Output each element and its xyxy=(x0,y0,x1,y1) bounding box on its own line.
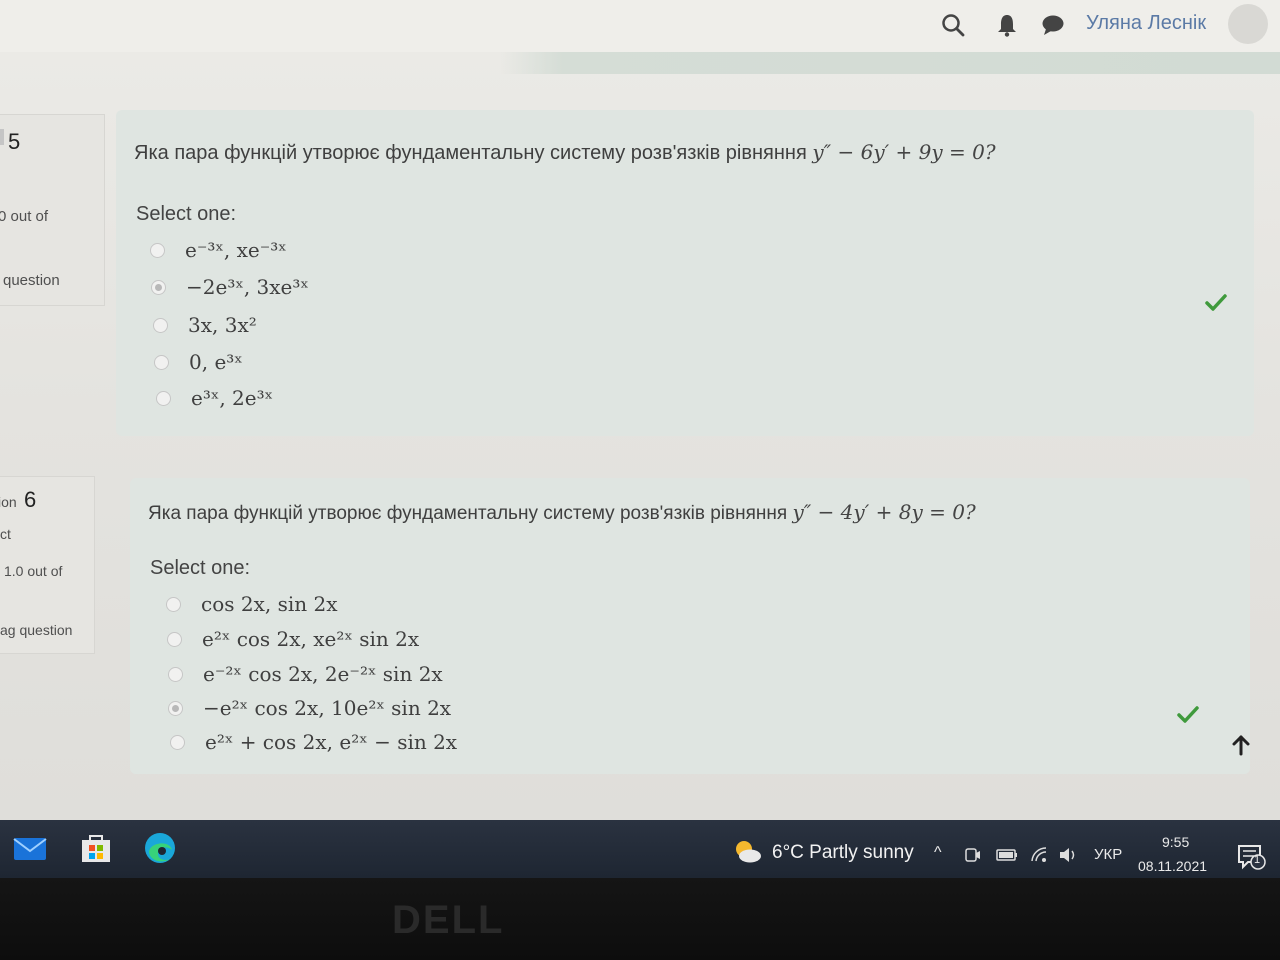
radio-button[interactable] xyxy=(153,317,168,333)
answer-option[interactable]: −e²ˣ cos 2x, 10e²ˣ sin 2x xyxy=(168,691,451,725)
user-name[interactable]: Уляна Леснік xyxy=(1086,12,1206,35)
option-label: −2e³ˣ, 3xe³ˣ xyxy=(186,275,309,299)
question-equation: y″ − 6y′ + 9y = 0? xyxy=(812,140,996,164)
option-label: e²ˣ + cos 2x, e²ˣ − sin 2x xyxy=(205,730,458,754)
notification-badge: 1 xyxy=(1254,854,1261,866)
question-prompt: Яка пара функцій утворює фундаментальну … xyxy=(134,142,807,164)
radio-button[interactable] xyxy=(167,631,182,647)
question-state: ct xyxy=(0,526,11,542)
option-label: e⁻³ˣ, xe⁻³ˣ xyxy=(185,238,287,262)
question-prompt: Яка пара функцій утворює фундаментальну … xyxy=(148,503,788,524)
question-text: Яка пара функцій утворює фундаментальну … xyxy=(134,140,996,165)
question-grade: 0 out of xyxy=(0,208,49,225)
weather-text[interactable]: 6°C Partly sunny xyxy=(772,842,914,864)
select-one-label: Select one: xyxy=(150,557,251,579)
radio-button[interactable] xyxy=(156,390,171,406)
answer-option[interactable]: e²ˣ + cos 2x, e²ˣ − sin 2x xyxy=(170,725,457,759)
radio-button-selected[interactable] xyxy=(151,279,166,295)
scroll-to-top-icon[interactable] xyxy=(1230,734,1252,756)
mail-icon[interactable] xyxy=(12,830,48,866)
top-navbar: Уляна Леснік xyxy=(0,0,1280,52)
question-equation: y″ − 4y′ + 8y = 0? xyxy=(792,500,976,524)
flag-question-link[interactable]: ag question xyxy=(0,622,72,638)
search-icon[interactable] xyxy=(940,12,966,38)
question-info-6: ion 6 ct 1.0 out of ag question xyxy=(0,476,95,654)
radio-button[interactable] xyxy=(168,666,183,682)
flag-question-link[interactable]: question xyxy=(3,272,60,289)
radio-button[interactable] xyxy=(154,354,169,370)
answer-option[interactable]: e⁻³ˣ, xe⁻³ˣ xyxy=(150,233,287,267)
volume-icon[interactable] xyxy=(1058,846,1078,864)
header-divider xyxy=(500,52,1280,74)
store-icon[interactable] xyxy=(78,830,114,866)
language-indicator[interactable]: УКР xyxy=(1094,846,1122,863)
answer-option[interactable]: 0, e³ˣ xyxy=(154,345,243,379)
wifi-icon[interactable] xyxy=(1030,846,1048,864)
answer-option[interactable]: e⁻²ˣ cos 2x, 2e⁻²ˣ sin 2x xyxy=(168,657,443,691)
chevron-up-icon[interactable]: ^ xyxy=(934,844,942,862)
question-content-5: Яка пара функцій утворює фундаментальну … xyxy=(116,110,1254,436)
notification-center-icon[interactable] xyxy=(1236,842,1266,872)
answer-option[interactable]: e³ˣ, 2e³ˣ xyxy=(156,381,273,415)
edge-browser-icon[interactable] xyxy=(142,830,178,866)
select-one-label: Select one: xyxy=(136,203,237,225)
radio-button[interactable] xyxy=(166,596,181,612)
radio-button-selected[interactable] xyxy=(168,700,183,716)
weather-icon[interactable] xyxy=(732,838,762,864)
option-label: e³ˣ, 2e³ˣ xyxy=(191,386,274,410)
browser-viewport: Уляна Леснік 5 0 out of question Яка пар… xyxy=(0,0,1280,820)
answer-option[interactable]: e²ˣ cos 2x, xe²ˣ sin 2x xyxy=(167,622,419,656)
question-content-6: Яка пара функцій утворює фундаментальну … xyxy=(130,478,1250,774)
question-info-5: 5 0 out of question xyxy=(0,114,105,306)
radio-button[interactable] xyxy=(150,242,165,258)
answer-option[interactable]: cos 2x, sin 2x xyxy=(166,587,337,621)
monitor-bezel: DELL xyxy=(0,878,1280,960)
question-text: Яка пара функцій утворює фундаментальну … xyxy=(148,500,976,525)
clock-date[interactable]: 08.11.2021 xyxy=(1138,858,1207,874)
info-marker xyxy=(0,129,4,145)
meet-now-icon[interactable] xyxy=(964,846,982,864)
checkmark-icon xyxy=(1177,706,1199,723)
option-label: 3x, 3x² xyxy=(188,313,257,337)
avatar[interactable] xyxy=(1228,4,1268,44)
option-label: e²ˣ cos 2x, xe²ˣ sin 2x xyxy=(202,627,420,651)
question-number: 6 xyxy=(24,487,37,512)
option-label: e⁻²ˣ cos 2x, 2e⁻²ˣ sin 2x xyxy=(203,662,443,686)
radio-button[interactable] xyxy=(170,734,185,750)
option-label: 0, e³ˣ xyxy=(189,350,243,374)
question-grade: 1.0 out of xyxy=(4,563,63,579)
dell-logo: DELL xyxy=(392,898,505,942)
answer-option[interactable]: −2e³ˣ, 3xe³ˣ xyxy=(151,270,309,304)
option-label: cos 2x, sin 2x xyxy=(201,592,338,616)
checkmark-icon xyxy=(1205,294,1227,311)
answer-option[interactable]: 3x, 3x² xyxy=(153,308,257,342)
battery-icon[interactable] xyxy=(996,848,1018,862)
chat-icon[interactable] xyxy=(1040,12,1066,38)
question-prefix: ion xyxy=(0,494,17,510)
bell-icon[interactable] xyxy=(994,12,1020,38)
question-number: 5 xyxy=(8,129,21,154)
option-label: −e²ˣ cos 2x, 10e²ˣ sin 2x xyxy=(203,696,452,720)
clock-time[interactable]: 9:55 xyxy=(1162,834,1189,850)
taskbar: 6°C Partly sunny ^ УКР 9:55 08.11.2021 1 xyxy=(0,820,1280,878)
